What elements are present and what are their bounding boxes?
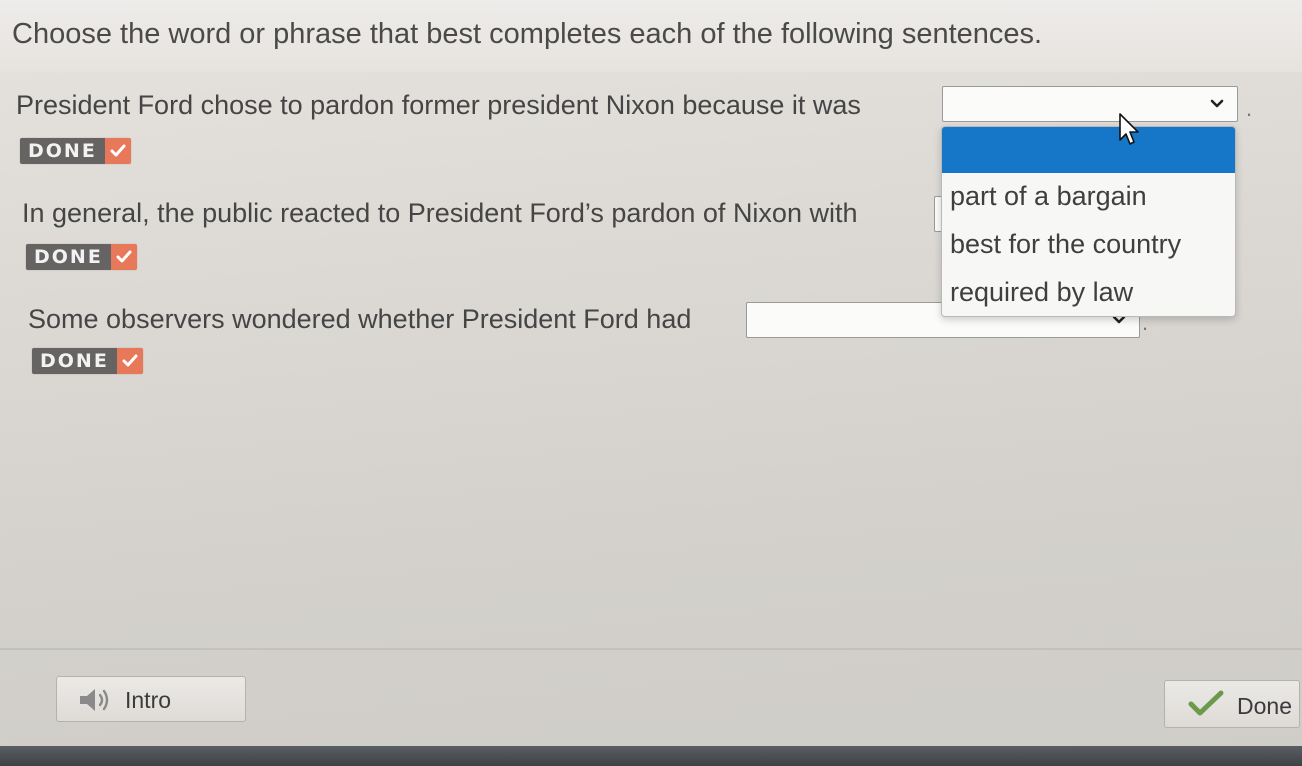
checkmark-icon: [104, 138, 131, 164]
speaker-icon: [80, 689, 109, 711]
question-1-done-badge: DONE: [20, 138, 131, 164]
question-1-period: .: [1246, 96, 1253, 121]
mouse-cursor-icon: [1119, 113, 1139, 145]
checkmark-icon: [110, 244, 137, 270]
done-badge-label: DONE: [32, 348, 117, 374]
question-2-text: In general, the public reacted to Presid…: [22, 198, 858, 228]
question-3-text: Some observers wondered whether Presiden…: [28, 304, 692, 334]
question-1-select[interactable]: [942, 86, 1238, 122]
dropdown-option-blank[interactable]: [942, 127, 1235, 173]
checkmark-icon: [116, 348, 143, 374]
dropdown-option-required-by-law[interactable]: required by law: [942, 269, 1235, 315]
done-button-label: Done: [1237, 693, 1292, 719]
question-3-done-badge: DONE: [32, 348, 143, 374]
done-button[interactable]: Done: [1164, 680, 1300, 728]
dropdown-option-part-of-a-bargain[interactable]: part of a bargain: [942, 173, 1235, 219]
chevron-down-icon: [1210, 99, 1224, 108]
bottom-bezel: [0, 746, 1302, 766]
done-badge-label: DONE: [26, 244, 111, 270]
instructions-text: Choose the word or phrase that best comp…: [12, 18, 1043, 50]
dropdown-option-best-for-the-country[interactable]: best for the country: [942, 221, 1235, 267]
intro-button-label: Intro: [125, 687, 172, 713]
footer-divider: [0, 648, 1302, 650]
question-1-dropdown-list[interactable]: part of a bargain best for the country r…: [941, 126, 1236, 317]
checkmark-icon: [1188, 690, 1224, 716]
done-badge-label: DONE: [20, 138, 105, 164]
question-1-text: President Ford chose to pardon former pr…: [16, 90, 861, 120]
question-2-done-badge: DONE: [26, 244, 137, 270]
intro-button[interactable]: Intro: [56, 676, 246, 722]
